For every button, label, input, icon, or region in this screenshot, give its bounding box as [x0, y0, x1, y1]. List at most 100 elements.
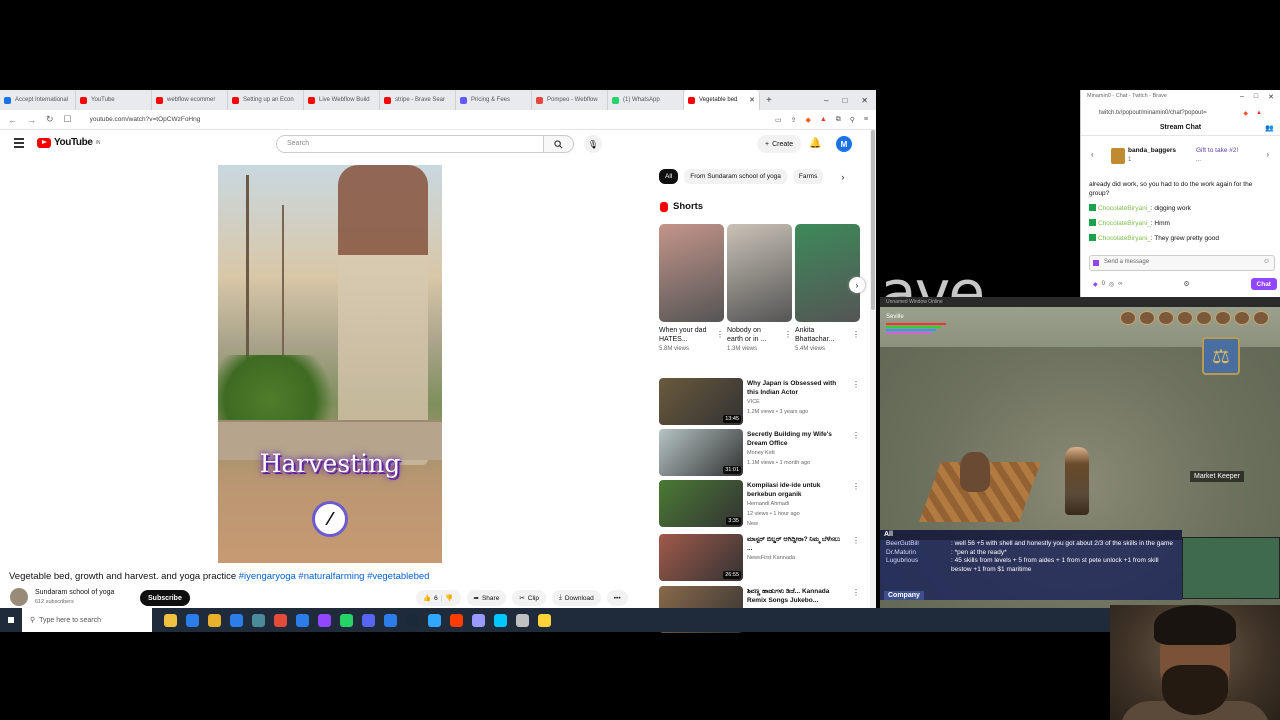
recommended-title[interactable]: Kompilasi ide-ide untuk berkebun organik [747, 481, 847, 499]
recommended-video[interactable]: 13:45 Why Japan is Obsessed with this Ind… [659, 378, 864, 426]
minimize-icon[interactable]: – [824, 96, 828, 105]
close-icon[interactable]: ✕ [861, 96, 868, 105]
tab-close-icon[interactable]: ✕ [749, 96, 755, 104]
back-icon[interactable]: ← [8, 115, 17, 125]
chip-farms[interactable]: Farms [792, 169, 824, 184]
market-scale-icon[interactable]: ⚖ [1202, 337, 1240, 375]
short-title[interactable]: Ankita Bhattachar... [795, 326, 845, 344]
browser-tab[interactable]: Vegetable bed ✕ [684, 90, 760, 110]
extensions-icon[interactable]: ⚲ [850, 116, 855, 124]
recommended-title[interactable]: Secretly Building my Wife's Dream Office [747, 430, 847, 448]
recommended-title[interactable]: Why Japan is Obsessed with this Indian A… [747, 379, 847, 397]
game-toolbar-button[interactable] [1177, 311, 1193, 325]
taskbar-app-icon[interactable] [164, 613, 177, 627]
game-toolbar-button[interactable] [1215, 311, 1231, 325]
game-chat-tab-company[interactable]: Company [884, 591, 924, 600]
recommended-video[interactable]: 31:01 Secretly Building my Wife's Dream O… [659, 429, 864, 477]
chat-url-text[interactable]: twitch.tv/popout/minamin0/chat?popout= [1099, 110, 1207, 116]
forward-icon[interactable]: → [27, 115, 36, 125]
recommended-channel[interactable]: Money Kett [747, 450, 775, 456]
brave-shield-icon[interactable]: ◆ [1243, 110, 1248, 117]
url-text[interactable]: youtube.com/watch?v=tOpCWzFoHng [90, 116, 201, 123]
like-button[interactable]: 👍 6 | 👎 [416, 590, 461, 606]
chat-username[interactable]: ChocolateBiryani_ [1098, 235, 1151, 242]
chevron-right-icon[interactable]: › [841, 172, 844, 182]
taskbar-app-icon[interactable] [428, 613, 441, 627]
recommended-video[interactable]: 26:55 ಮಾಸ್ಟರ್ ಬಿಲ್ಡರ್ ಆಗಿದ್ದೀರಾ? ನಿಮ್ಮ ಬೆ… [659, 534, 864, 582]
game-window[interactable]: Unnamed Window Online Seville ⚖ Market K… [880, 297, 1280, 608]
chat-username[interactable]: ChocolateBiryani_ [1098, 205, 1151, 212]
chat-settings-icon[interactable]: ⚙ [1183, 280, 1189, 288]
emote-icon[interactable]: ☺ [1263, 258, 1270, 265]
taskbar-search-input[interactable]: ⚲ Type here to search [22, 608, 152, 632]
thumbs-down-icon[interactable]: 👎 [445, 594, 453, 602]
taskbar-app-icon[interactable] [450, 613, 463, 627]
page-scrollbar[interactable] [870, 130, 876, 608]
channel-name[interactable]: Sundaram school of yoga [35, 589, 114, 596]
market-keeper-label[interactable]: Market Keeper [1190, 471, 1244, 482]
short-title[interactable]: When your dad HATES... [659, 326, 709, 344]
chevron-left-icon[interactable]: ‹ [1091, 150, 1094, 159]
taskbar-app-icon[interactable] [340, 613, 353, 627]
taskbar-app-icon[interactable] [516, 613, 529, 627]
chip-from-channel[interactable]: From Sundaram school of yoga [684, 169, 787, 184]
browser-tab[interactable]: Pompeo - Webflow [532, 90, 608, 110]
minimize-icon[interactable]: – [1240, 93, 1244, 103]
taskbar-app-icon[interactable] [494, 613, 507, 627]
close-icon[interactable]: ✕ [1268, 93, 1274, 103]
browser-tab[interactable]: (1) WhatsApp [608, 90, 684, 110]
sidebar-icon[interactable]: ⧉ [836, 116, 841, 124]
recommended-video[interactable]: 3:35 Kompilasi ide-ide untuk berkebun org… [659, 480, 864, 528]
chat-send-button[interactable]: Chat [1250, 278, 1277, 290]
recommended-channel[interactable]: VICE [747, 399, 760, 405]
new-tab-button[interactable]: + [766, 95, 772, 106]
game-minimap[interactable] [1182, 537, 1280, 599]
recommended-channel[interactable]: Hernandi Ahmadi [747, 501, 789, 507]
browser-tab[interactable]: Accept International [0, 90, 76, 110]
game-character-seated[interactable] [960, 452, 990, 492]
more-vert-icon[interactable]: ⋮ [852, 588, 860, 597]
taskbar-app-icon[interactable] [208, 613, 221, 627]
taskbar-app-icon[interactable] [538, 613, 551, 627]
more-vert-icon[interactable]: ⋮ [784, 330, 792, 339]
game-chat-name[interactable]: BeerGutBill [886, 540, 951, 549]
more-vert-icon[interactable]: ⋮ [852, 330, 860, 339]
voice-search-button[interactable]: 🎙 [584, 135, 602, 153]
channel-avatar[interactable] [10, 588, 28, 606]
browser-tab[interactable]: Live Webflow Build [304, 90, 380, 110]
video-player[interactable]: Harvesting ⁄ [218, 165, 442, 563]
game-toolbar-button[interactable] [1158, 311, 1174, 325]
search-button[interactable] [544, 135, 574, 153]
taskbar-app-icon[interactable] [296, 613, 309, 627]
chip-all[interactable]: All [659, 169, 679, 184]
taskbar-app-icon[interactable] [252, 613, 265, 627]
game-chat-tab-all[interactable]: All [880, 530, 1182, 540]
short-card[interactable]: Nobody on earth or in ... 1.3M views ⋮ [727, 224, 792, 352]
account-avatar[interactable]: M [836, 136, 852, 152]
browser-tab[interactable]: Setting up an Econ [228, 90, 304, 110]
game-character-standing[interactable] [1065, 447, 1089, 515]
taskbar-app-icon[interactable] [362, 613, 375, 627]
short-thumbnail[interactable] [795, 224, 860, 322]
recommended-title[interactable]: ಶಿವಣ್ಣ ಹಾಡುಗಳು ಡಿಜೆ... Kannada Remix Son… [747, 587, 847, 605]
maximize-icon[interactable]: □ [842, 96, 847, 105]
more-actions-button[interactable]: ••• [606, 590, 628, 606]
short-card[interactable]: When your dad HATES... 5.8M views ⋮ [659, 224, 724, 352]
chevron-right-icon[interactable]: › [1266, 150, 1269, 159]
create-button[interactable]: + Create [757, 135, 802, 153]
taskbar-app-icon[interactable] [230, 613, 243, 627]
menu-icon[interactable]: ≡ [864, 116, 868, 124]
more-vert-icon[interactable]: ⋮ [852, 482, 860, 491]
search-input[interactable]: Search [276, 135, 544, 153]
browser-tab[interactable]: YouTube [76, 90, 152, 110]
short-title[interactable]: Nobody on earth or in ... [727, 326, 777, 344]
share-button[interactable]: ➦ Share [466, 590, 507, 606]
more-vert-icon[interactable]: ⋮ [716, 330, 724, 339]
taskbar-app-icon[interactable] [274, 613, 287, 627]
shorts-next-button[interactable]: › [849, 277, 865, 293]
game-toolbar-button[interactable] [1120, 311, 1136, 325]
taskbar-app-icon[interactable] [406, 613, 419, 627]
maximize-icon[interactable]: □ [1254, 93, 1258, 103]
brave-rewards-icon[interactable]: ▲ [1256, 110, 1262, 117]
browser-tab[interactable]: stripe - Brave Sear [380, 90, 456, 110]
